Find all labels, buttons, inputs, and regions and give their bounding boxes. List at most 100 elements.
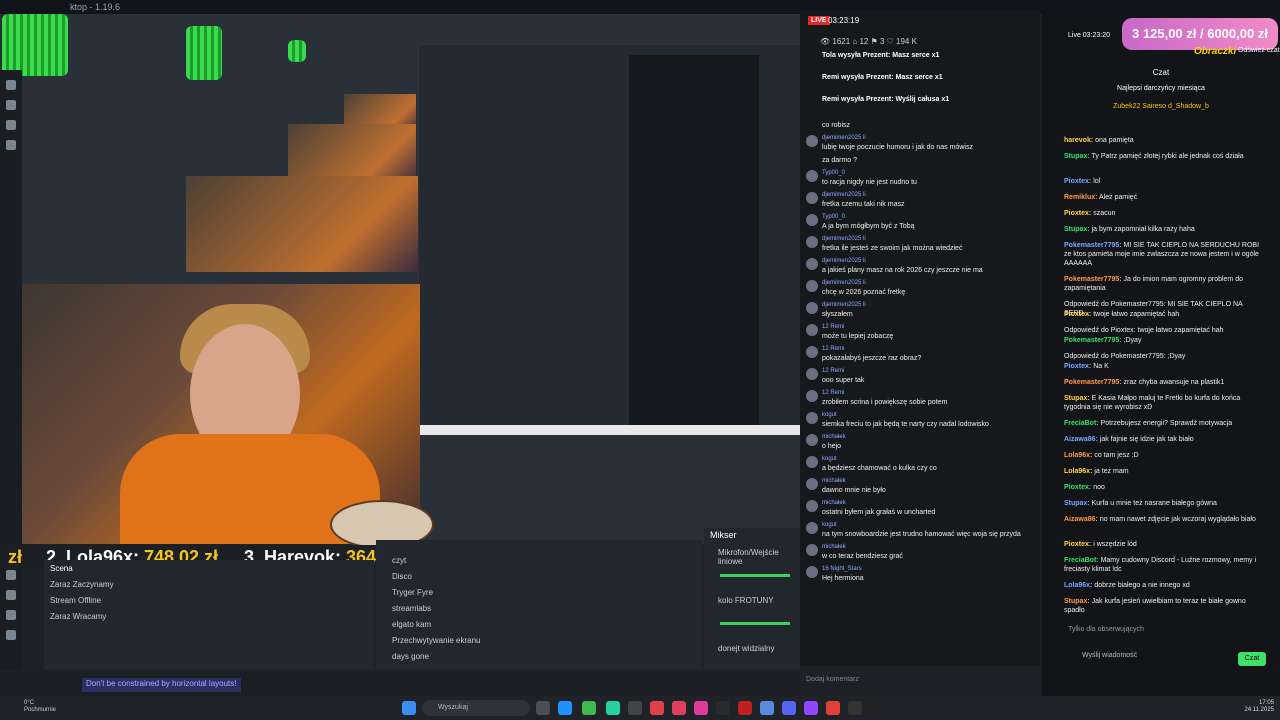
chat-avatar[interactable]: [806, 280, 818, 292]
taskbar-search[interactable]: Wyszukaj: [422, 700, 530, 716]
windows-start-icon[interactable]: [402, 701, 416, 715]
chat-username[interactable]: Pioxtex:: [1064, 210, 1091, 217]
chat-avatar[interactable]: [806, 135, 818, 147]
chat-avatar[interactable]: [806, 192, 818, 204]
app-icon[interactable]: [716, 701, 730, 715]
chat-username[interactable]: Lola96x:: [1064, 468, 1092, 475]
tool-icon[interactable]: [6, 630, 16, 640]
app-icon[interactable]: [826, 701, 840, 715]
app-icon[interactable]: [650, 701, 664, 715]
chat-username[interactable]: kogut: [822, 522, 837, 528]
chat-username[interactable]: Typ00_0: [822, 170, 845, 176]
volume-slider[interactable]: [720, 622, 790, 625]
chat-username[interactable]: djemimen2025 li: [822, 302, 866, 308]
chat-avatar[interactable]: [806, 434, 818, 446]
tool-icon[interactable]: [6, 120, 16, 130]
chat-avatar[interactable]: [806, 170, 818, 182]
chat-username[interactable]: Pioxtex:: [1064, 363, 1091, 370]
chat-username[interactable]: michałek: [822, 544, 846, 550]
chat-username[interactable]: Stupax:: [1064, 500, 1090, 507]
chat-username[interactable]: 16 Night_Stars: [822, 566, 862, 572]
source-item[interactable]: czyt: [392, 556, 406, 565]
tool-icon[interactable]: [6, 140, 16, 150]
chat-username[interactable]: harevok:: [1064, 137, 1093, 144]
chat-username[interactable]: Lola96x:: [1064, 452, 1092, 459]
chat-username[interactable]: 12 Remi: [822, 368, 844, 374]
comment-input[interactable]: Dodaj komentarz: [800, 666, 1040, 696]
scene-item[interactable]: Zaraz Wracamy: [50, 612, 106, 621]
chat-avatar[interactable]: [806, 302, 818, 314]
chat-avatar[interactable]: [806, 368, 818, 380]
chat-username[interactable]: 12 Remi: [822, 346, 844, 352]
chat-avatar[interactable]: [806, 390, 818, 402]
chat-username[interactable]: michałek: [822, 478, 846, 484]
chat-username[interactable]: Pioxtex:: [1064, 541, 1091, 548]
chat-username[interactable]: Pioxtex:: [1064, 311, 1091, 318]
source-item[interactable]: streamlabs: [392, 604, 431, 613]
twitch-icon[interactable]: [804, 701, 818, 715]
weather-widget[interactable]: 0°C Pochmurnie: [24, 700, 56, 714]
chat-avatar[interactable]: [806, 478, 818, 490]
settings-icon[interactable]: [6, 570, 16, 580]
chat-username[interactable]: 12 Remi: [822, 324, 844, 330]
system-clock[interactable]: 17:05 24.11.2025: [1244, 700, 1274, 714]
chat-avatar[interactable]: [806, 346, 818, 358]
chat-username[interactable]: Stupax:: [1064, 395, 1090, 402]
chat-username[interactable]: Pokemaster7795:: [1064, 242, 1122, 249]
obs-icon[interactable]: [738, 701, 752, 715]
chat-username[interactable]: FreciaBot:: [1064, 557, 1099, 564]
tool-icon[interactable]: [6, 610, 16, 620]
chat-username[interactable]: djemimen2025 li: [822, 236, 866, 242]
chat-username[interactable]: Aizawa86:: [1064, 516, 1098, 523]
app-icon[interactable]: [760, 701, 774, 715]
task-view-icon[interactable]: [536, 701, 550, 715]
chat-avatar[interactable]: [806, 324, 818, 336]
edge-icon[interactable]: [558, 701, 572, 715]
chat-username[interactable]: Pokemaster7795:: [1064, 379, 1122, 386]
source-item[interactable]: Disco: [392, 572, 412, 581]
chat-avatar[interactable]: [806, 456, 818, 468]
obrazki-link[interactable]: Obraczki: [1194, 46, 1236, 57]
chat-username[interactable]: michałek: [822, 434, 846, 440]
chat-avatar[interactable]: [806, 566, 818, 578]
message-input[interactable]: Wyślij wiadomość: [1082, 652, 1137, 660]
volume-slider[interactable]: [720, 574, 790, 577]
chat-avatar[interactable]: [806, 412, 818, 424]
chat-avatar[interactable]: [806, 214, 818, 226]
chat-username[interactable]: Pokemaster7795:: [1064, 276, 1122, 283]
app-icon[interactable]: [606, 701, 620, 715]
chat-username[interactable]: 12 Remi: [822, 390, 844, 396]
chat-username[interactable]: Typ00_0: [822, 214, 845, 220]
tool-icon[interactable]: [6, 80, 16, 90]
refresh-chat-button[interactable]: Odśwież czat: [1238, 47, 1280, 54]
chat-username[interactable]: djemimen2025 li: [822, 280, 866, 286]
chat-username[interactable]: kogut: [822, 456, 837, 462]
scene-item[interactable]: Stream Offline: [50, 596, 101, 605]
chat-username[interactable]: FreciaBot:: [1064, 420, 1099, 427]
source-item[interactable]: Tryger Fyre: [392, 588, 433, 597]
app-icon[interactable]: [628, 701, 642, 715]
chat-avatar[interactable]: [806, 522, 818, 534]
send-button[interactable]: Czat: [1238, 652, 1266, 666]
discord-icon[interactable]: [782, 701, 796, 715]
scene-item[interactable]: Zaraz Zaczynamy: [50, 580, 114, 589]
source-item[interactable]: Przechwytywanie ekranu: [392, 636, 480, 645]
chat-username[interactable]: kogut: [822, 412, 837, 418]
chat-username[interactable]: michałek: [822, 500, 846, 506]
source-item[interactable]: days gone: [392, 652, 429, 661]
app-icon[interactable]: [848, 701, 862, 715]
chat-username[interactable]: djemimen2025 li: [822, 258, 866, 264]
chat-username[interactable]: djemimen2025 li: [822, 192, 866, 198]
chat-avatar[interactable]: [806, 236, 818, 248]
chat-username[interactable]: Pioxtex:: [1064, 178, 1091, 185]
app-icon[interactable]: [866, 701, 880, 715]
app-icon[interactable]: [672, 701, 686, 715]
tool-icon[interactable]: [6, 590, 16, 600]
chat-avatar[interactable]: [806, 500, 818, 512]
chat-username[interactable]: Pokemaster7795:: [1064, 337, 1122, 344]
chat-username[interactable]: Pioxtex:: [1064, 484, 1091, 491]
chat-username[interactable]: Lola96x:: [1064, 582, 1092, 589]
chat-username[interactable]: Stupax:: [1064, 226, 1090, 233]
tiktok-icon[interactable]: [694, 701, 708, 715]
chat-username[interactable]: Stupax:: [1064, 153, 1090, 160]
